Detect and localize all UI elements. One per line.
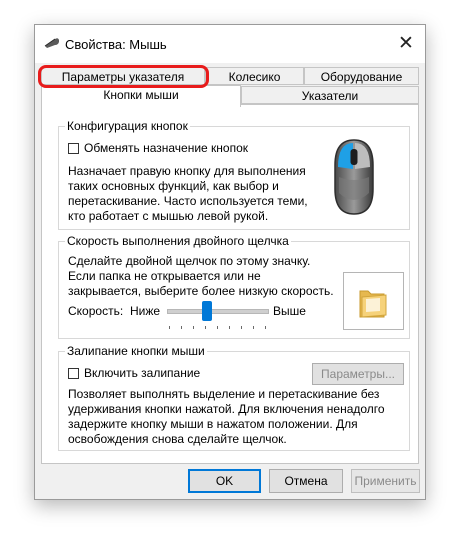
close-button[interactable]: ✕ xyxy=(387,25,425,63)
folder-icon[interactable] xyxy=(358,285,388,319)
description-line: таких основных функций, как выбор и xyxy=(68,179,279,193)
slider-tick xyxy=(229,326,230,329)
group-click-lock: Залипание кнопки мыши Включить залипание… xyxy=(58,344,410,451)
speed-slow-label: Ниже xyxy=(130,304,161,318)
tab-label: Колесико xyxy=(228,70,281,84)
description-line: закрывается, выберите более низкую скоро… xyxy=(68,284,334,298)
description-line: Позволяет выполнять выделение и перетаск… xyxy=(68,387,380,401)
slider-thumb[interactable] xyxy=(202,301,212,321)
slider-tick xyxy=(169,326,170,329)
slider-tick xyxy=(181,326,182,329)
click-lock-description: Позволяет выполнять выделение и перетаск… xyxy=(68,387,385,447)
slider-tick xyxy=(265,326,266,329)
apply-button[interactable]: Применить xyxy=(351,469,420,493)
mouse-icon xyxy=(334,139,374,215)
swap-buttons-option[interactable]: Обменять назначение кнопок xyxy=(68,141,248,155)
slider-tick xyxy=(205,326,206,329)
cancel-button[interactable]: Отмена xyxy=(269,469,343,493)
tab-label: Кнопки мыши xyxy=(103,88,179,102)
group-button-configuration: Конфигурация кнопок Обменять назначение … xyxy=(58,119,410,230)
click-lock-option[interactable]: Включить залипание xyxy=(68,366,200,380)
group-title: Залипание кнопки мыши xyxy=(65,344,207,358)
swap-buttons-description: Назначает правую кнопку для выполнения т… xyxy=(68,164,308,224)
tab-wheel[interactable]: Колесико xyxy=(205,67,304,85)
tab-buttons[interactable]: Кнопки мыши xyxy=(41,85,241,107)
speed-label: Скорость: xyxy=(68,304,124,318)
description-line: Если папка не открывается или не xyxy=(68,269,261,283)
window-title: Свойства: Мышь xyxy=(65,37,167,52)
description-line: Сделайте двойной щелчок по этому значку. xyxy=(68,254,311,268)
click-lock-label: Включить залипание xyxy=(84,366,201,380)
slider-tick xyxy=(193,326,194,329)
swap-buttons-label: Обменять назначение кнопок xyxy=(84,141,249,155)
group-title: Конфигурация кнопок xyxy=(65,119,190,133)
description-line: освобождения снова сделайте щелчок. xyxy=(68,432,287,446)
group-title: Скорость выполнения двойного щелчка xyxy=(65,234,291,248)
description-line: кто работает с мышью левой рукой. xyxy=(68,209,269,223)
slider-track[interactable] xyxy=(167,309,269,314)
tab-hardware[interactable]: Оборудование xyxy=(304,67,419,85)
description-line: удерживания кнопки нажатой. Для включени… xyxy=(68,402,385,416)
click-lock-checkbox[interactable] xyxy=(68,367,79,379)
tab-panel-buttons: Конфигурация кнопок Обменять назначение … xyxy=(41,104,419,464)
click-lock-settings-button[interactable]: Параметры... xyxy=(312,363,404,385)
ok-button[interactable]: OK xyxy=(188,469,261,493)
tab-pointers[interactable]: Указатели xyxy=(241,86,419,104)
description-line: Назначает правую кнопку для выполнения xyxy=(68,164,306,178)
group-double-click-speed: Скорость выполнения двойного щелчка Сдел… xyxy=(58,234,410,339)
tab-label: Оборудование xyxy=(320,70,403,84)
description-line: перетаскивание. Часто используется теми, xyxy=(68,194,308,208)
test-folder-area[interactable] xyxy=(343,272,404,330)
slider-tick xyxy=(241,326,242,329)
speed-fast-label: Выше xyxy=(273,304,306,318)
slider-tick xyxy=(217,326,218,329)
mouse-properties-dialog: Свойства: Мышь ✕ Параметры указателя Кол… xyxy=(34,24,426,500)
title-bar[interactable]: Свойства: Мышь ✕ xyxy=(35,25,425,63)
mouse-app-icon xyxy=(44,38,59,48)
slider-tick xyxy=(253,326,254,329)
description-line: задержите кнопку мыши в нажатом положени… xyxy=(68,417,358,431)
double-click-description: Сделайте двойной щелчок по этому значку.… xyxy=(68,254,334,299)
tab-label: Указатели xyxy=(301,89,359,103)
swap-buttons-checkbox[interactable] xyxy=(68,142,79,154)
highlight-annotation xyxy=(38,65,209,88)
